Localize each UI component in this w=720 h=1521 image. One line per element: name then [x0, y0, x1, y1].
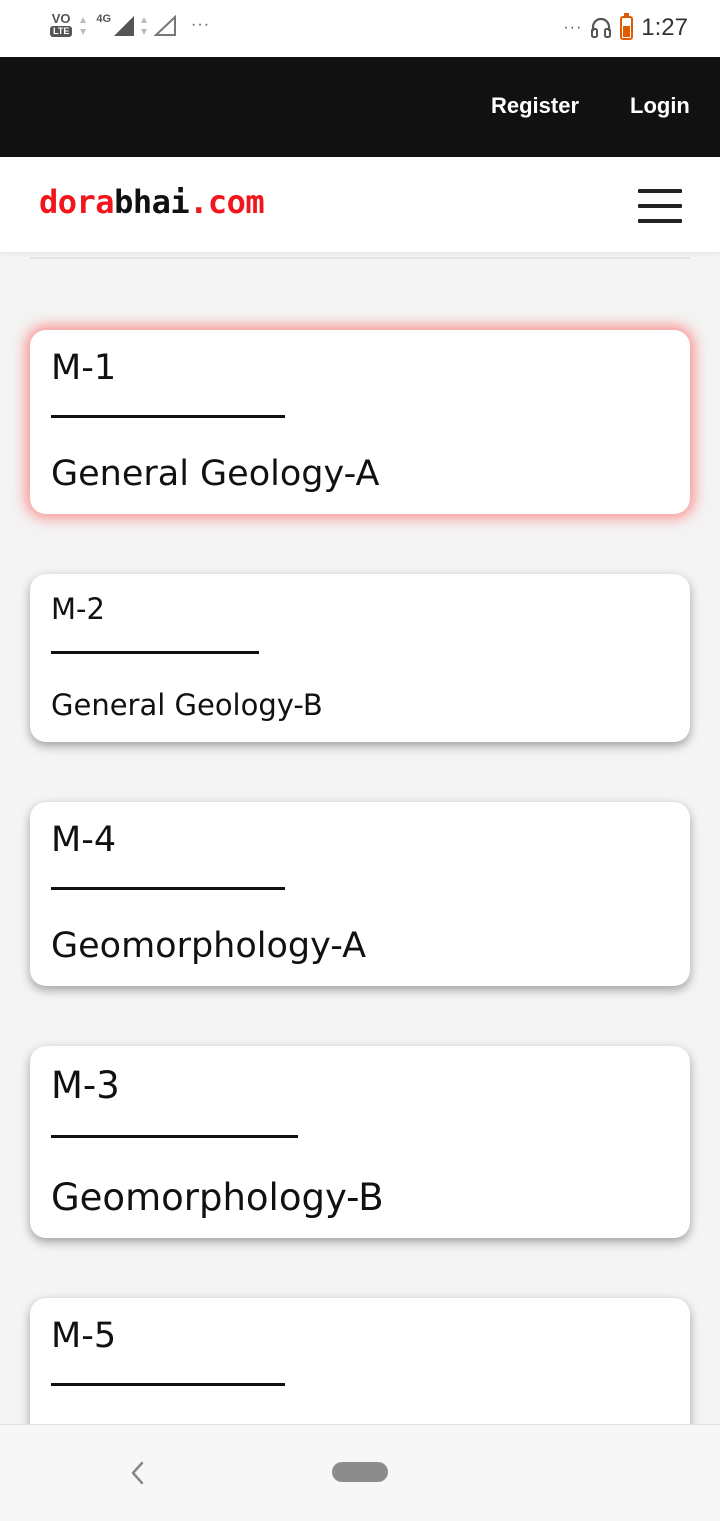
module-card-m4[interactable]: M-4 Geomorphology-A	[30, 802, 690, 986]
divider	[30, 257, 690, 259]
status-left: VO LTE 4G ···	[50, 12, 210, 37]
card-divider	[51, 651, 259, 654]
battery-icon	[620, 13, 634, 40]
module-title: General Geology-B	[51, 688, 323, 722]
status-bar: VO LTE 4G ··· ··· 1:27	[0, 0, 720, 57]
signal-4g-icon: 4G	[80, 13, 177, 37]
login-link[interactable]: Login	[630, 93, 690, 119]
card-divider	[51, 1383, 285, 1386]
more-icon-right: ···	[563, 19, 583, 36]
network-type-label: 4G	[96, 12, 112, 25]
data-arrows-icon-2	[141, 16, 148, 35]
module-code: M-3	[51, 1064, 120, 1107]
module-title: General Geology-A	[51, 454, 380, 494]
system-nav-bar	[0, 1424, 720, 1521]
data-arrows-icon	[80, 16, 87, 35]
cell-signal-empty-icon	[153, 14, 177, 36]
logo-part-bhai: bhai	[114, 183, 190, 221]
card-divider	[51, 887, 285, 890]
hamburger-line	[638, 204, 682, 208]
module-title: Geomorphology-A	[51, 926, 367, 966]
module-code: M-1	[51, 348, 117, 388]
module-code: M-2	[51, 592, 105, 626]
module-code: M-4	[51, 820, 117, 860]
module-card-m2[interactable]: M-2 General Geology-B	[30, 574, 690, 742]
headphones-icon	[591, 17, 612, 38]
module-title: Geomorphology-B	[51, 1176, 384, 1219]
module-card-m1[interactable]: M-1 General Geology-A	[30, 330, 690, 514]
brand-bar: dorabhai.com	[0, 157, 720, 252]
cell-signal-icon	[114, 15, 135, 36]
back-chevron-icon[interactable]	[128, 1461, 148, 1485]
top-navbar: Register Login	[0, 57, 720, 157]
volte-label: VO	[51, 11, 71, 26]
card-divider	[51, 1135, 298, 1138]
module-code: M-5	[51, 1316, 117, 1356]
logo-part-dora: dora	[39, 183, 115, 221]
site-logo[interactable]: dorabhai.com	[39, 183, 265, 221]
volte-icon: VO LTE	[50, 11, 73, 37]
logo-part-com: .com	[189, 183, 265, 221]
lte-label: LTE	[50, 26, 73, 37]
module-card-m3[interactable]: M-3 Geomorphology-B	[30, 1046, 690, 1238]
register-link[interactable]: Register	[491, 93, 579, 119]
home-pill-icon[interactable]	[332, 1462, 388, 1482]
more-icon: ···	[191, 15, 211, 33]
battery-level	[623, 26, 631, 37]
menu-hamburger-icon[interactable]	[638, 189, 682, 223]
status-right: ··· 1:27	[563, 13, 688, 42]
hamburger-line	[638, 219, 682, 223]
card-divider	[51, 415, 285, 418]
hamburger-line	[638, 189, 682, 193]
clock: 1:27	[641, 14, 688, 41]
